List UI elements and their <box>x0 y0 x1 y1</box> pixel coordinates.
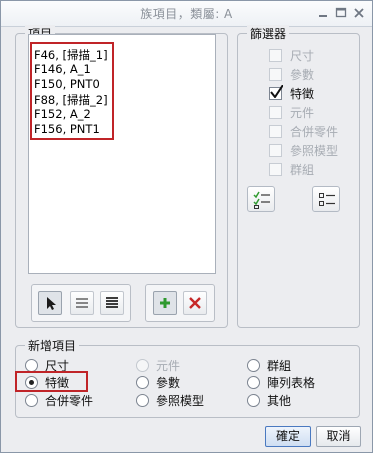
remove-button[interactable] <box>183 291 207 315</box>
clear-selection-icon <box>319 193 335 206</box>
detail-view-button[interactable] <box>100 291 124 315</box>
list-item[interactable]: F46, [掃描_1] <box>34 47 108 63</box>
radio-component[interactable] <box>136 359 149 372</box>
radio-other[interactable] <box>247 394 260 407</box>
view-toolbar <box>31 284 131 322</box>
radio-reference-model[interactable] <box>136 394 149 407</box>
cancel-button[interactable]: 取消 <box>316 426 361 447</box>
filter-checkbox-reference-model[interactable] <box>269 144 282 157</box>
radio-label: 群組 <box>267 359 292 373</box>
list-item[interactable]: F88, [掃描_2] <box>34 92 108 108</box>
filter-label: 參數 <box>290 68 315 82</box>
filter-checkbox-merged-part[interactable] <box>269 125 282 138</box>
maximize-icon[interactable] <box>333 5 349 21</box>
pointer-icon <box>47 297 56 310</box>
filter-checkbox-group[interactable] <box>269 163 282 176</box>
filter-label: 特徵 <box>290 87 315 101</box>
list-item[interactable]: F146, A_1 <box>34 62 91 76</box>
edit-toolbar <box>145 284 215 322</box>
add-button[interactable] <box>153 291 177 315</box>
filter-checkbox-feature[interactable] <box>269 85 283 100</box>
checkmark-icon <box>270 85 283 98</box>
filter-label: 合併零件 <box>290 125 339 139</box>
radio-label: 參數 <box>156 376 181 390</box>
filter-label: 參照模型 <box>290 144 339 158</box>
filter-group-label: 篩選器 <box>247 25 290 42</box>
radio-group[interactable] <box>247 359 260 372</box>
list-view-button[interactable] <box>70 291 94 315</box>
add-item-group-label: 新增項目 <box>25 337 80 354</box>
filter-label: 群組 <box>290 163 315 177</box>
radio-label: 元件 <box>156 359 181 373</box>
radio-label: 特徵 <box>45 376 70 390</box>
filter-checkbox-component[interactable] <box>269 106 282 119</box>
radio-label: 參照模型 <box>156 394 205 408</box>
filter-checkbox-dimension[interactable] <box>269 49 282 62</box>
radio-label: 合併零件 <box>45 394 94 408</box>
filter-label: 元件 <box>290 106 315 120</box>
detail-list-icon <box>106 297 118 308</box>
list-icon <box>76 298 88 308</box>
list-item[interactable]: F156, PNT1 <box>34 122 100 136</box>
family-items-dialog: 族項目，類屬: A 項目 F46, [掃描_1] F146, A_1 F150,… <box>0 0 373 453</box>
radio-label: 陣列表格 <box>267 376 316 390</box>
title-bar: 族項目，類屬: A <box>1 1 372 27</box>
pointer-button[interactable] <box>38 291 62 315</box>
select-all-icon <box>253 191 270 209</box>
clear-selection-button[interactable] <box>312 186 340 212</box>
select-all-button[interactable] <box>247 186 275 212</box>
list-item[interactable]: F150, PNT0 <box>34 77 100 91</box>
radio-feature[interactable] <box>25 376 38 389</box>
remove-icon <box>189 297 201 309</box>
radio-merged-part[interactable] <box>25 394 38 407</box>
filter-label: 尺寸 <box>290 49 315 63</box>
radio-parameter[interactable] <box>136 376 149 389</box>
minimize-icon[interactable] <box>315 5 331 21</box>
list-item[interactable]: F152, A_2 <box>34 107 91 121</box>
ok-button[interactable]: 確定 <box>265 426 311 447</box>
radio-pattern-table[interactable] <box>247 376 260 389</box>
filter-checkbox-parameter[interactable] <box>269 68 282 81</box>
add-icon <box>160 298 170 308</box>
close-icon[interactable] <box>351 5 367 21</box>
radio-label: 其他 <box>267 394 292 408</box>
